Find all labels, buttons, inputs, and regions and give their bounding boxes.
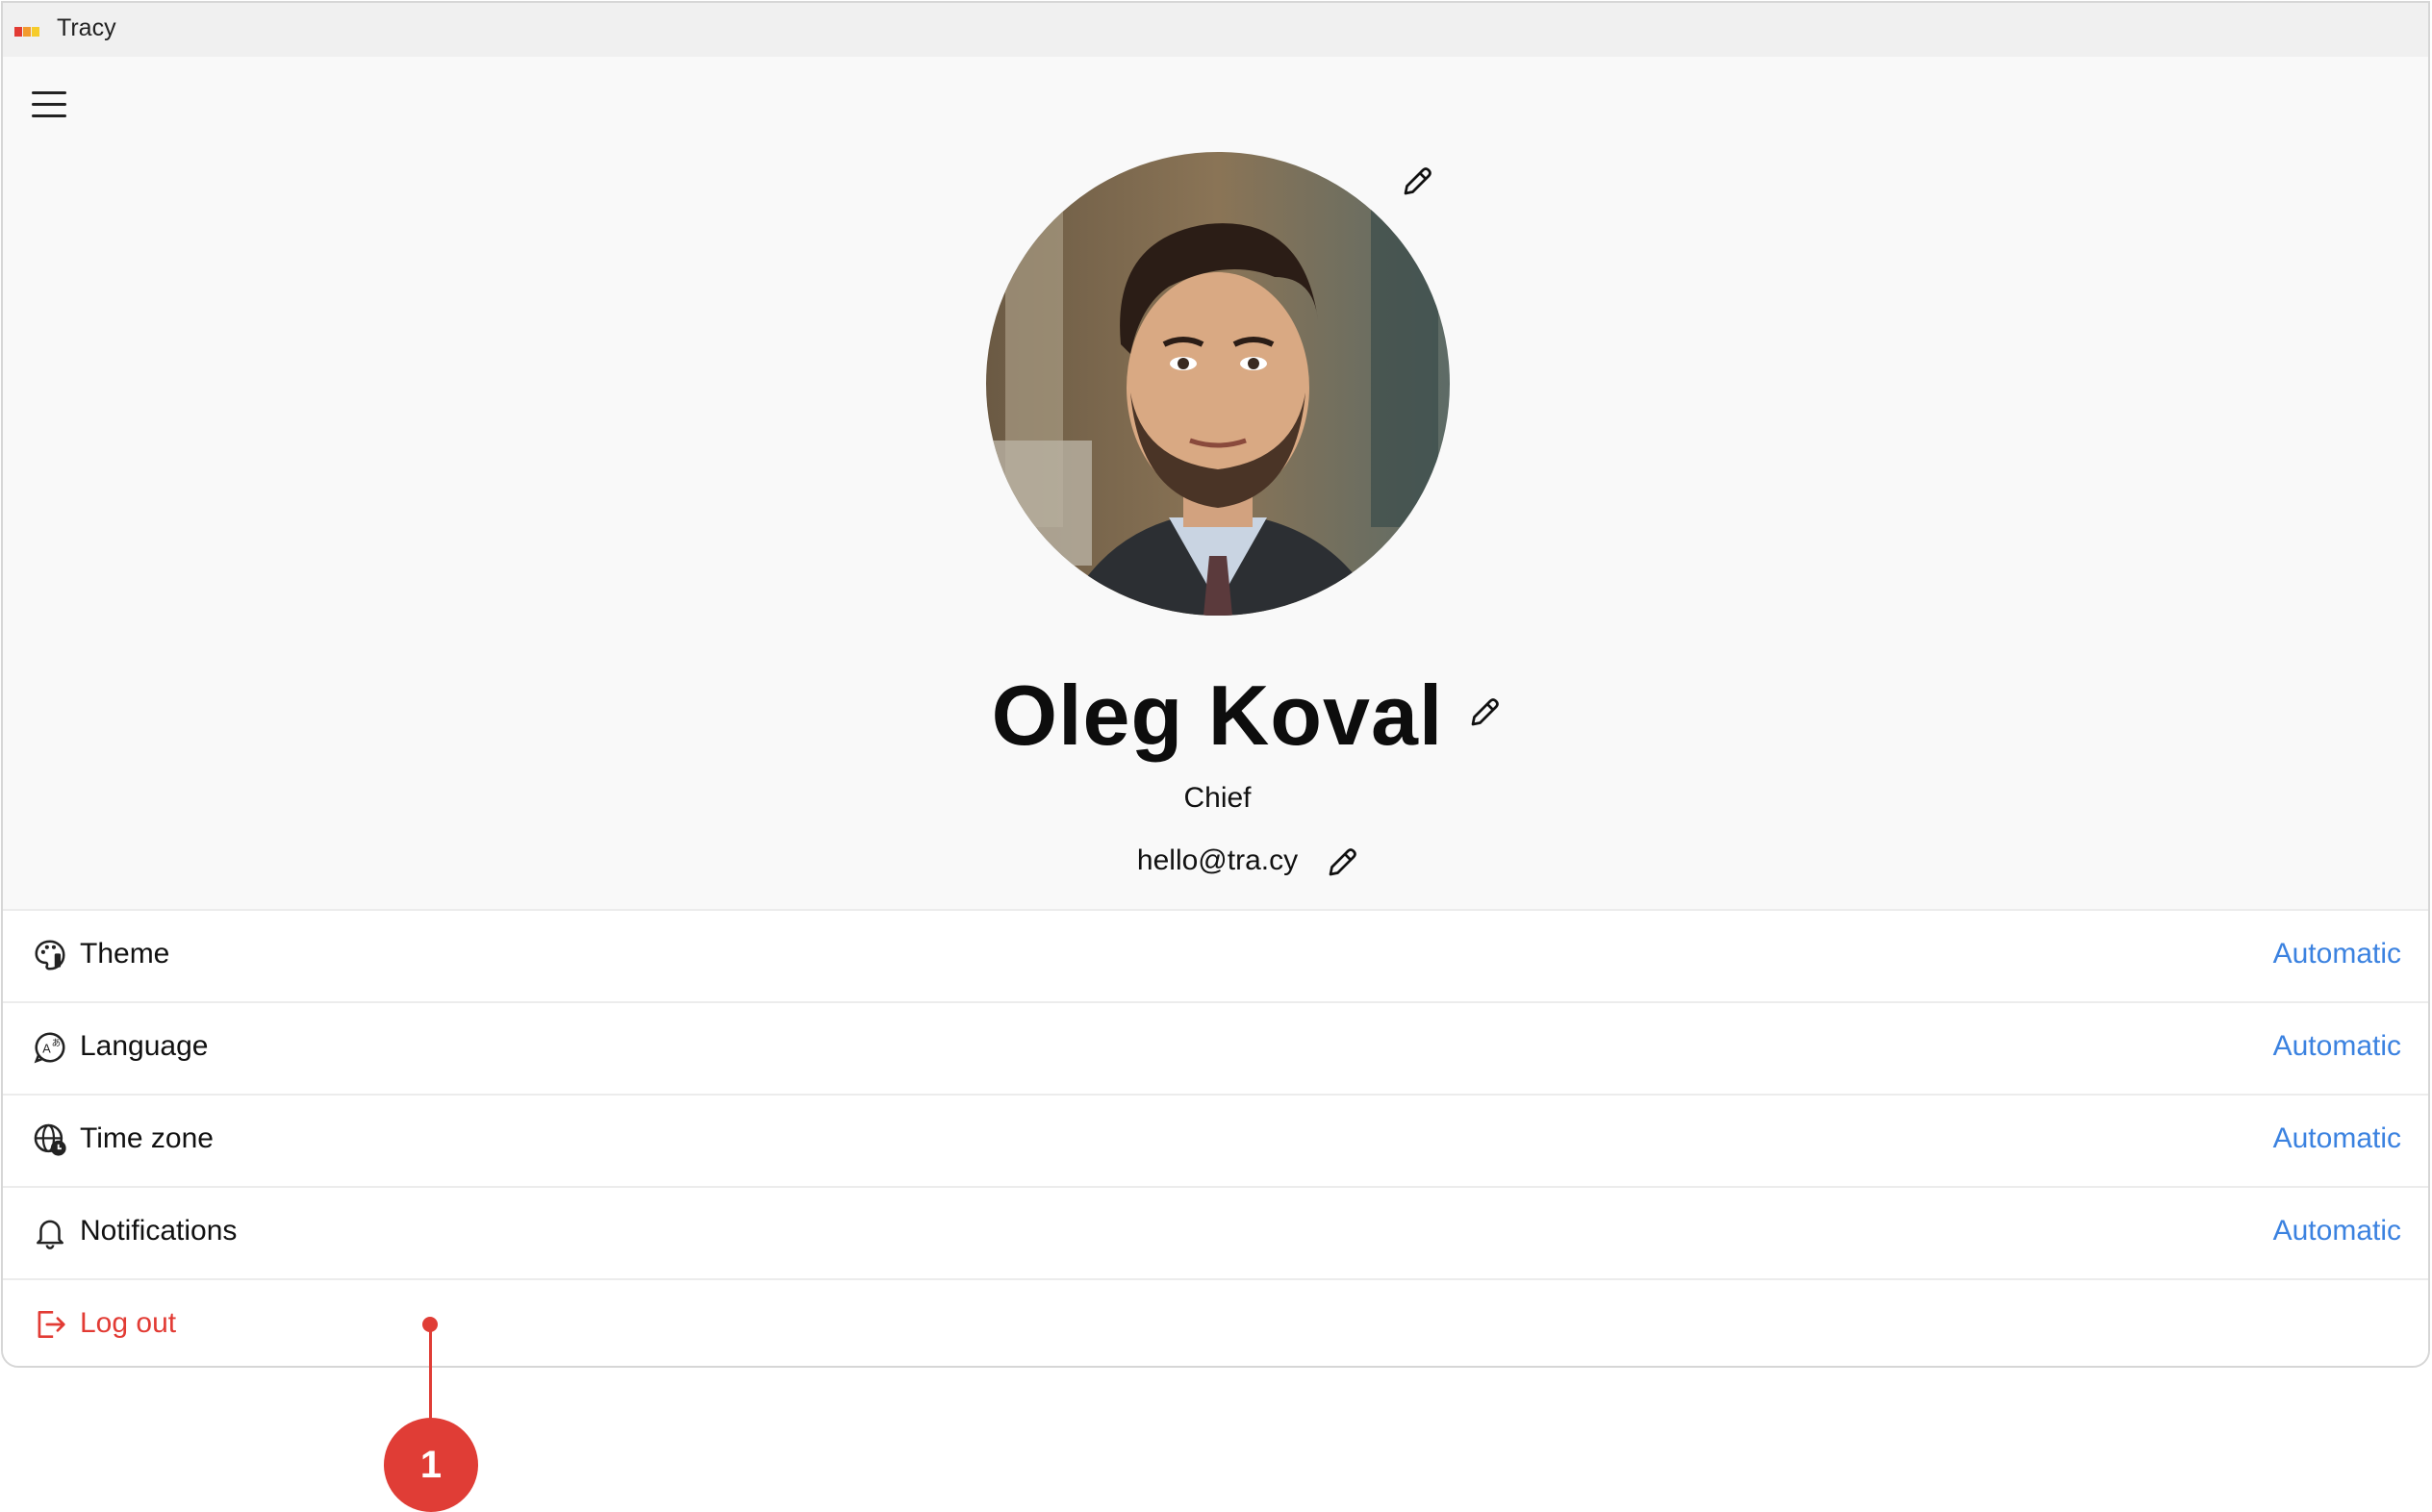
- settings-value-theme[interactable]: Automatic: [2273, 938, 2401, 970]
- edit-email-icon[interactable]: [1325, 845, 1359, 880]
- settings-value-notifications[interactable]: Automatic: [2273, 1215, 2401, 1247]
- edit-avatar-icon[interactable]: [1400, 164, 1434, 199]
- logout-button[interactable]: Log out: [3, 1280, 2428, 1366]
- settings-row-notifications[interactable]: Notifications Automatic: [3, 1188, 2428, 1280]
- profile-email: hello@tra.cy: [1136, 844, 1299, 876]
- edit-name-icon[interactable]: [1467, 695, 1502, 730]
- svg-text:あ: あ: [52, 1038, 62, 1048]
- globe-clock-icon: [34, 1123, 66, 1156]
- settings-label-notifications: Notifications: [80, 1215, 238, 1247]
- settings-value-language[interactable]: Automatic: [2273, 1030, 2401, 1063]
- callout-pointer-line: [429, 1324, 432, 1421]
- settings-row-timezone[interactable]: Time zone Automatic: [3, 1096, 2428, 1188]
- title-bar: Tracy: [3, 3, 2428, 57]
- settings-label-timezone: Time zone: [80, 1122, 214, 1154]
- language-icon: A あ: [34, 1032, 65, 1064]
- hamburger-menu-icon[interactable]: [32, 89, 66, 120]
- app-logo-icon: [14, 27, 39, 37]
- palette-icon: [35, 940, 65, 970]
- profile-name: Oleg Koval: [991, 668, 1444, 763]
- app-window: Tracy Oleg Koval Chief hello@tra.cy Them…: [1, 1, 2430, 1368]
- avatar: [986, 152, 1450, 616]
- svg-text:A: A: [42, 1042, 51, 1056]
- window-title: Tracy: [57, 14, 116, 41]
- settings-row-language[interactable]: A あ Language Automatic: [3, 1003, 2428, 1096]
- profile-role: Chief: [1183, 782, 1252, 814]
- logout-label: Log out: [80, 1307, 177, 1339]
- callout-badge: 1: [384, 1418, 478, 1512]
- settings-list: Theme Automatic A あ Language Automatic T…: [3, 909, 2428, 1366]
- bell-icon: [37, 1220, 63, 1249]
- settings-row-theme[interactable]: Theme Automatic: [3, 911, 2428, 1003]
- settings-label-language: Language: [80, 1030, 209, 1062]
- settings-value-timezone[interactable]: Automatic: [2273, 1122, 2401, 1155]
- logout-icon: [38, 1310, 65, 1339]
- profile-name-wrap: Oleg Koval: [3, 667, 2428, 765]
- settings-label-theme: Theme: [80, 938, 170, 970]
